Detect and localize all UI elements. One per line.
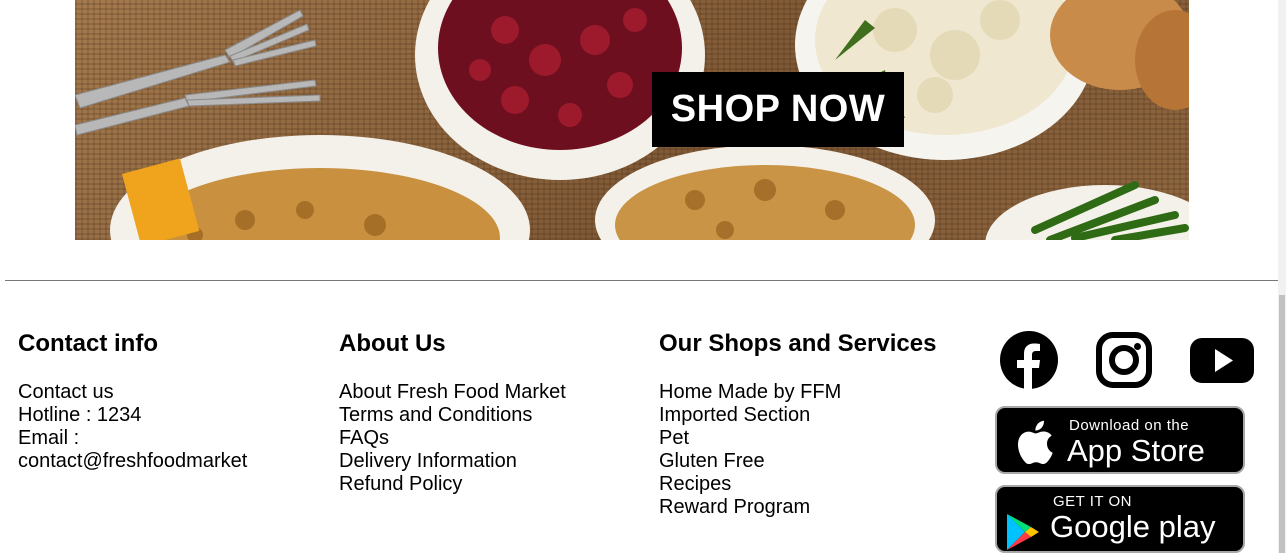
contact-info-heading: Contact info xyxy=(18,330,158,357)
facebook-icon[interactable] xyxy=(999,330,1059,390)
recipes-link[interactable]: Recipes xyxy=(659,473,731,495)
youtube-icon[interactable] xyxy=(1189,330,1255,390)
google-play-icon xyxy=(1007,514,1039,550)
about-link-item: FAQs xyxy=(339,427,639,450)
about-us-heading: About Us xyxy=(339,330,446,357)
contact-info-column: Contact info Contact us Hotline : 1234 E… xyxy=(18,330,298,473)
shops-link-item: Gluten Free xyxy=(659,450,979,473)
about-link-item: Terms and Conditions xyxy=(339,404,639,427)
reward-program-link[interactable]: Reward Program xyxy=(659,496,810,518)
forks-illustration xyxy=(75,9,321,136)
apple-icon xyxy=(1018,420,1053,464)
about-link-item: Delivery Information xyxy=(339,450,639,473)
instagram-icon[interactable] xyxy=(1096,330,1152,390)
hero-banner: SHOP NOW xyxy=(75,0,1189,240)
refund-policy-link[interactable]: Refund Policy xyxy=(339,473,462,495)
about-ffm-link[interactable]: About Fresh Food Market xyxy=(339,381,566,403)
faqs-link[interactable]: FAQs xyxy=(339,427,389,449)
google-play-badge[interactable]: GET IT ON Google play xyxy=(995,485,1245,553)
shops-link-item: Recipes xyxy=(659,473,979,496)
shops-services-list: Home Made by FFM Imported Section Pet Gl… xyxy=(659,381,979,519)
about-link-item: Refund Policy xyxy=(339,473,639,496)
shops-services-column: Our Shops and Services Home Made by FFM … xyxy=(659,330,979,519)
google-play-big-text: Google play xyxy=(1050,509,1216,544)
hotline-item: Hotline : 1234 xyxy=(18,404,142,426)
about-us-column: About Us About Fresh Food Market Terms a… xyxy=(339,330,639,496)
shops-services-heading: Our Shops and Services xyxy=(659,330,937,357)
shop-now-button[interactable]: SHOP NOW xyxy=(652,72,904,147)
app-store-small-text: Download on the xyxy=(1069,417,1190,434)
page-scrollbar[interactable] xyxy=(1278,0,1286,553)
shops-link-item: Reward Program xyxy=(659,496,979,519)
about-us-list: About Fresh Food Market Terms and Condit… xyxy=(339,381,639,496)
google-play-small-text: GET IT ON xyxy=(1053,493,1132,510)
shops-link-item: Imported Section xyxy=(659,404,979,427)
delivery-info-link[interactable]: Delivery Information xyxy=(339,450,517,472)
email-label: Email : xyxy=(18,427,80,449)
contact-us-item[interactable]: Contact us xyxy=(18,381,298,404)
contact-info-list: Contact us Hotline : 1234 Email : contac… xyxy=(18,381,298,473)
about-link-item: About Fresh Food Market xyxy=(339,381,639,404)
gluten-free-link[interactable]: Gluten Free xyxy=(659,450,765,472)
terms-link[interactable]: Terms and Conditions xyxy=(339,404,532,426)
email-value[interactable]: contact@freshfoodmarket xyxy=(18,450,298,473)
scrollbar-thumb[interactable] xyxy=(1279,295,1285,553)
footer-divider xyxy=(5,280,1278,281)
pet-link[interactable]: Pet xyxy=(659,427,689,449)
home-made-link[interactable]: Home Made by FFM xyxy=(659,381,841,403)
app-store-big-text: App Store xyxy=(1067,433,1205,468)
imported-section-link[interactable]: Imported Section xyxy=(659,404,810,426)
shops-link-item: Pet xyxy=(659,427,979,450)
hero-food-image xyxy=(75,0,1189,240)
shops-link-item: Home Made by FFM xyxy=(659,381,979,404)
app-store-badge[interactable]: Download on the App Store xyxy=(995,406,1245,474)
